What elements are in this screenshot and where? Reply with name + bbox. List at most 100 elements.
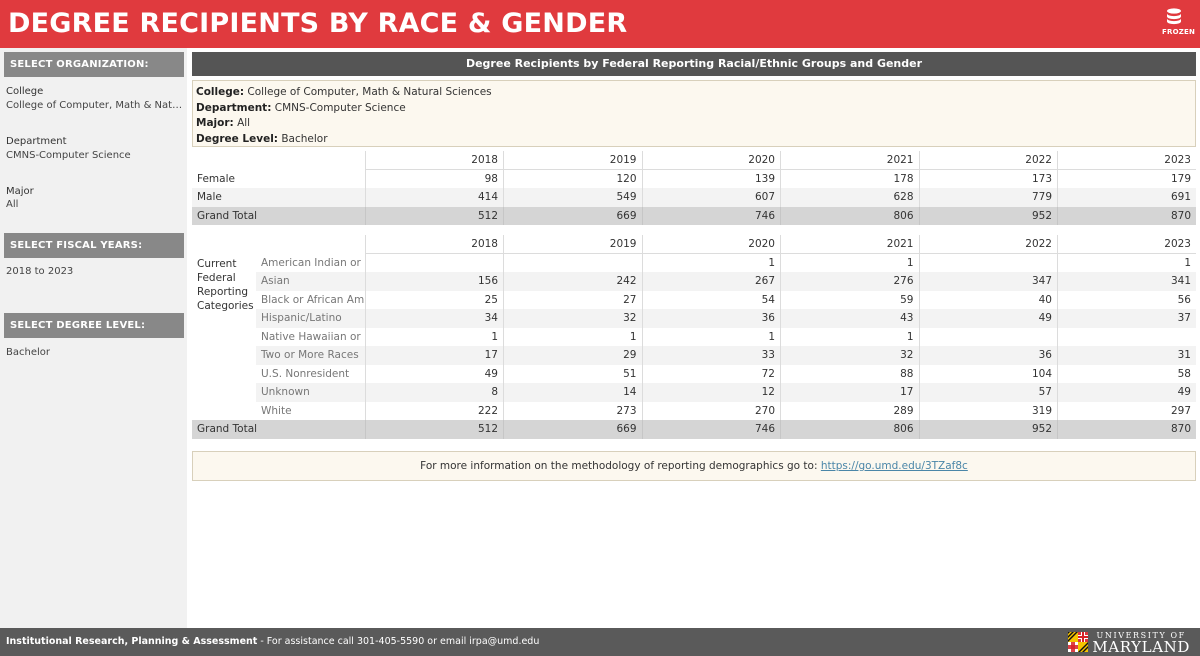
total-cell: 512 [364, 420, 504, 439]
table-cell: 54 [641, 290, 781, 309]
table-cell: 1 [503, 327, 642, 346]
department-filter[interactable]: CMNS-Computer Science [6, 150, 184, 161]
table-cell: 8 [364, 383, 504, 402]
row-label: Black or African Am.. [261, 293, 365, 306]
select-degree-level-heading: SELECT DEGREE LEVEL: [4, 313, 184, 338]
table-cell: 72 [641, 364, 781, 383]
table-cell: 120 [503, 169, 642, 188]
summary-major: Major: All [196, 117, 251, 130]
select-fiscal-years-heading: SELECT FISCAL YEARS: [4, 233, 184, 258]
table-cell: 49 [364, 364, 504, 383]
table-row: Native Hawaiian or .. 1 1 1 1 [192, 327, 1196, 346]
table-cell: 156 [364, 272, 504, 291]
umd-logo[interactable]: UNIVERSITY OF MARYLAND [1068, 630, 1190, 654]
selection-summary: College: College of Computer, Math & Nat… [192, 80, 1196, 147]
major-label: Major [6, 186, 34, 197]
table-row: Black or African Am.. 25 27 54 59 40 56 [192, 290, 1196, 309]
table-cell: 222 [364, 401, 504, 420]
table-cell: 242 [503, 272, 642, 291]
table-cell: 319 [918, 401, 1058, 420]
summary-college: College: College of Computer, Math & Nat… [196, 86, 492, 98]
table-cell: 98 [364, 169, 504, 188]
table-cell: 270 [641, 401, 781, 420]
row-label: Native Hawaiian or .. [261, 330, 365, 343]
major-filter[interactable]: All [6, 199, 184, 210]
frozen-badge[interactable]: FROZEN [1162, 8, 1196, 36]
row-label: Asian [256, 272, 365, 291]
table-cell: 37 [1057, 309, 1196, 328]
total-cell: 806 [780, 206, 919, 225]
table-row: Unknown 8 14 12 17 57 49 [192, 383, 1196, 402]
maryland-flag-icon [1068, 632, 1089, 652]
table-cell: 297 [1057, 401, 1196, 420]
total-cell: 952 [918, 420, 1058, 439]
table-row: White 222 273 270 289 319 297 [192, 401, 1196, 420]
table-cell: 12 [641, 383, 781, 402]
college-label: College [6, 86, 44, 97]
methodology-link[interactable]: https://go.umd.edu/3TZaf8c [821, 460, 968, 472]
table-cell: 32 [780, 346, 919, 365]
row-label: Female [197, 172, 235, 185]
table-cell: 17 [780, 383, 919, 402]
table-cell: 31 [1057, 346, 1196, 365]
table-cell: 57 [918, 383, 1058, 402]
table-row: U.S. Nonresident 49 51 72 88 104 58 [192, 364, 1196, 383]
table-cell: 36 [918, 346, 1058, 365]
methodology-text: For more information on the methodology … [420, 460, 821, 472]
footer-bar: Institutional Research, Planning & Asses… [0, 628, 1200, 656]
table-cell: 179 [1057, 169, 1196, 188]
fiscal-years-filter[interactable]: 2018 to 2023 [6, 266, 184, 277]
table-cell: 779 [918, 188, 1058, 207]
methodology-note: For more information on the methodology … [192, 451, 1196, 481]
table-cell: 59 [780, 290, 919, 309]
summary-degree-level: Degree Level: Bachelor [196, 132, 328, 145]
page-title: DEGREE RECIPIENTS BY RACE & GENDER [8, 8, 628, 39]
column-header-year: 2019 [503, 151, 642, 170]
column-header-year: 2021 [780, 235, 919, 254]
table-row: Current Federal Reporting Categories Amer… [192, 253, 1196, 420]
table-cell: 267 [641, 272, 781, 291]
total-cell: 512 [364, 206, 504, 225]
degree-level-filter[interactable]: Bachelor [6, 347, 184, 358]
sidebar: SELECT ORGANIZATION: College College of … [0, 48, 187, 628]
table-cell [364, 253, 504, 272]
table-cell: 1 [641, 253, 781, 272]
total-cell: 870 [1057, 206, 1196, 225]
table-cell: 173 [918, 169, 1058, 188]
column-header-year: 2023 [1057, 151, 1196, 170]
row-label: Hispanic/Latino [256, 309, 365, 328]
table-cell: 289 [780, 401, 919, 420]
table-cell: 27 [503, 290, 642, 309]
grand-total-row: Grand Total 512 669 746 806 952 870 [192, 206, 1196, 225]
logo-line-2: MARYLAND [1092, 637, 1190, 656]
table-row: Hispanic/Latino 34 32 36 43 49 37 [192, 309, 1196, 328]
table-row: Female 98 120 139 178 173 179 [192, 169, 1196, 188]
college-filter[interactable]: College of Computer, Math & Natur.. [6, 100, 184, 111]
column-header-year: 2021 [780, 151, 919, 170]
table-cell: 1 [364, 327, 504, 346]
table-cell: 43 [780, 309, 919, 328]
table-cell [1057, 327, 1196, 346]
gender-table: 2018 2019 2020 2021 2022 2023 Female 98 120 139 1… [192, 151, 1196, 225]
total-cell: 746 [641, 206, 781, 225]
column-header-year: 2020 [641, 235, 781, 254]
column-header-year: 2022 [918, 151, 1058, 170]
table-cell: 607 [641, 188, 781, 207]
frozen-label: FROZEN [1162, 28, 1196, 36]
row-label: Two or More Races [256, 346, 365, 365]
grand-total-label: Grand Total [192, 420, 365, 439]
table-cell: 628 [780, 188, 919, 207]
table-cell: 49 [918, 309, 1058, 328]
total-cell: 746 [641, 420, 781, 439]
footer-org: Institutional Research, Planning & Asses… [6, 636, 258, 647]
total-cell: 870 [1057, 420, 1196, 439]
database-icon [1167, 8, 1181, 25]
table-row: Two or More Races 17 29 33 32 36 31 [192, 346, 1196, 365]
total-cell: 669 [503, 206, 642, 225]
table-cell: 276 [780, 272, 919, 291]
table-cell: 273 [503, 401, 642, 420]
table-row: Asian 156 242 267 276 347 341 [192, 272, 1196, 291]
row-label: Unknown [256, 383, 365, 402]
grand-total-label: Grand Total [192, 206, 365, 225]
table-cell: 549 [503, 188, 642, 207]
